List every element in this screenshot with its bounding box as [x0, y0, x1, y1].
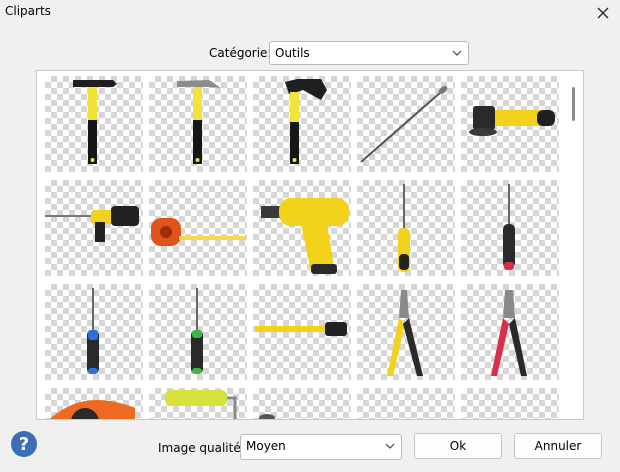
clipart-claw-hammer[interactable] [149, 76, 247, 172]
axe-icon [285, 79, 327, 164]
quality-label: Image qualité: [158, 441, 245, 455]
clipart-tape-measure[interactable] [149, 180, 247, 276]
ok-button[interactable]: Ok [414, 433, 502, 459]
close-button[interactable] [592, 2, 614, 24]
window-title: Cliparts [5, 4, 51, 18]
help-icon: ? [11, 431, 37, 457]
cancel-button[interactable]: Annuler [514, 433, 602, 459]
clipart-tool-partial[interactable] [253, 388, 351, 419]
help-button[interactable]: ? [10, 430, 38, 458]
paint-roller-icon [165, 390, 237, 419]
quality-value: Moyen [246, 439, 286, 453]
clipart-axe[interactable] [253, 76, 351, 172]
clipart-circular-saw[interactable] [45, 388, 143, 419]
clipart-gallery [36, 70, 584, 420]
close-icon [597, 7, 609, 19]
scrollbar-thumb[interactable] [572, 87, 575, 121]
category-select[interactable]: Outils [269, 41, 469, 65]
green-screwdriver-icon [191, 288, 203, 374]
title-bar: Cliparts [0, 0, 620, 26]
gallery-scrollbar[interactable] [565, 71, 583, 419]
clipart-empty-tile[interactable] [357, 388, 455, 419]
quality-select[interactable]: Moyen [240, 434, 402, 460]
clipart-red-screwdriver[interactable] [461, 180, 559, 276]
category-value: Outils [275, 46, 310, 60]
clipart-red-pliers[interactable] [461, 284, 559, 380]
red-screwdriver-icon [503, 184, 515, 270]
clipart-blue-screwdriver[interactable] [45, 284, 143, 380]
category-label: Catégorie: [209, 46, 272, 60]
claw-hammer-icon [177, 80, 221, 164]
clipart-yellow-pliers[interactable] [357, 284, 455, 380]
clipart-nail[interactable] [357, 76, 455, 172]
clipart-yellow-screwdriver[interactable] [357, 180, 455, 276]
nail-icon [360, 86, 448, 163]
clipart-paint-roller[interactable] [149, 388, 247, 419]
clipart-hammer[interactable] [45, 76, 143, 172]
angle-grinder-icon [469, 106, 555, 136]
clipart-power-drill[interactable] [253, 180, 351, 276]
hammer-icon [73, 80, 117, 164]
yellow-pliers-icon [387, 290, 423, 376]
measuring-tape-icon [255, 322, 347, 336]
clipart-measuring-tape[interactable] [253, 284, 351, 380]
clipart-angle-grinder[interactable] [461, 76, 559, 172]
yellow-screwdriver-icon [398, 184, 410, 272]
chevron-down-icon [385, 443, 395, 449]
clipart-empty-tile[interactable] [461, 388, 559, 419]
tape-measure-icon [151, 218, 245, 246]
red-pliers-icon [491, 290, 527, 376]
tool-partial-icon [259, 414, 275, 419]
svg-text:?: ? [19, 434, 29, 455]
blue-screwdriver-icon [87, 288, 99, 374]
power-drill-icon [261, 198, 349, 274]
clipart-green-screwdriver[interactable] [149, 284, 247, 380]
circular-saw-icon [51, 400, 135, 419]
clipart-rotary-hammer-drill[interactable] [45, 180, 143, 276]
rotary-hammer-icon [45, 206, 139, 242]
chevron-down-icon [452, 50, 462, 56]
